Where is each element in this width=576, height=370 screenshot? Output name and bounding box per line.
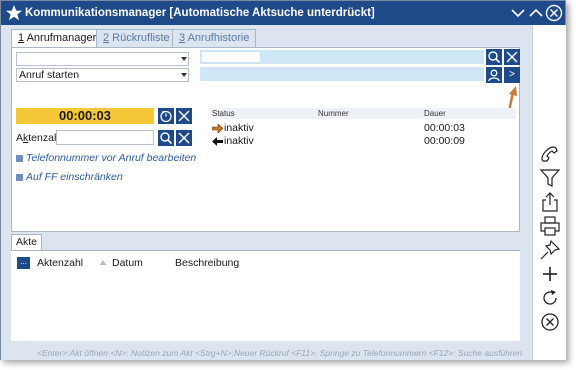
star-icon — [6, 5, 22, 21]
filter-icon[interactable] — [539, 167, 561, 189]
window-title: Kommunikationsmanager [Automatische Akts… — [25, 7, 375, 19]
aktenzahl-clear-button[interactable] — [176, 130, 192, 146]
number-result-bar — [200, 67, 484, 81]
aktenzahl-input[interactable] — [56, 130, 154, 145]
link-restrict-ff[interactable]: Auf FF einschränken — [16, 171, 123, 183]
keyboard-hint: <Enter>:Akt öffnen <N>: Notizen zum Akt … — [37, 348, 523, 358]
number-search-input[interactable] — [202, 52, 260, 62]
maximize-icon[interactable] — [527, 4, 545, 22]
phone-icon[interactable] — [539, 143, 561, 165]
akte-section: Akte ... Aktenzahl Datum Beschreibung — [11, 234, 520, 344]
print-icon[interactable] — [539, 215, 561, 237]
tab-rueckrufliste[interactable]: 2 Rückrufliste — [96, 29, 177, 47]
akte-more-button[interactable]: ... — [17, 257, 30, 269]
search-icon[interactable] — [486, 49, 502, 65]
kommunikationsmanager-window: Kommunikationsmanager [Automatische Akts… — [0, 0, 566, 360]
square-bullet-icon — [16, 173, 23, 181]
next-button[interactable]: > — [504, 67, 520, 83]
timer-clock-button[interactable] — [158, 108, 174, 124]
column-header-dauer[interactable]: Dauer — [424, 109, 446, 118]
chevron-down-icon — [181, 73, 187, 77]
caller-select[interactable] — [16, 52, 189, 66]
search-clear-button[interactable] — [504, 49, 520, 65]
call-table-header: Status Nummer Dauer — [210, 108, 516, 119]
chevron-down-icon — [181, 57, 187, 61]
timer-clear-button[interactable] — [176, 108, 192, 124]
aktenzahl-search-button[interactable] — [158, 130, 174, 146]
refresh-icon[interactable] — [539, 287, 561, 309]
square-bullet-icon — [16, 154, 23, 162]
minimize-icon[interactable] — [509, 4, 527, 22]
action-sidebar — [532, 25, 566, 360]
main-area: 1 Anrufmanager 2 Rückrufliste 3 Anrufhis… — [1, 25, 532, 360]
action-select[interactable]: Anruf starten — [16, 68, 189, 82]
column-header-aktenzahl[interactable]: Aktenzahl — [37, 257, 83, 269]
contact-icon[interactable] — [486, 67, 502, 83]
outgoing-call-arrow-icon — [212, 124, 223, 133]
close-icon[interactable] — [545, 4, 563, 22]
column-header-beschreibung[interactable]: Beschreibung — [175, 257, 239, 269]
call-table: Status Nummer Dauer inaktiv 00:00:03 ina… — [210, 108, 516, 230]
title-bar: Kommunikationsmanager [Automatische Akts… — [1, 1, 565, 25]
tab-akte[interactable]: Akte — [11, 234, 43, 250]
cancel-icon[interactable] — [539, 311, 561, 333]
column-header-datum[interactable]: Datum — [112, 257, 143, 269]
number-search-bar — [200, 50, 484, 64]
pin-icon[interactable] — [539, 239, 561, 261]
call-row[interactable]: inaktiv 00:00:03 — [210, 122, 516, 135]
akte-panel: ... Aktenzahl Datum Beschreibung — [11, 250, 520, 341]
call-row[interactable]: inaktiv 00:00:09 — [210, 135, 516, 148]
share-icon[interactable] — [539, 191, 561, 213]
anrufmanager-panel: Anruf starten 00:00:03 Aktenzahl: Telefo… — [11, 47, 520, 232]
plus-icon[interactable] — [539, 263, 561, 285]
tab-anrufmanager[interactable]: 1 Anrufmanager — [11, 29, 104, 48]
link-edit-number[interactable]: Telefonnummer vor Anruf bearbeiten — [16, 152, 196, 164]
sort-arrow-icon — [100, 260, 106, 265]
column-header-nummer[interactable]: Nummer — [318, 109, 349, 118]
incoming-call-arrow-icon — [212, 137, 223, 146]
tab-anrufhistorie[interactable]: 3 Anrufhistorie — [172, 29, 257, 47]
column-header-status[interactable]: Status — [212, 109, 235, 118]
call-timer: 00:00:03 — [16, 108, 154, 124]
